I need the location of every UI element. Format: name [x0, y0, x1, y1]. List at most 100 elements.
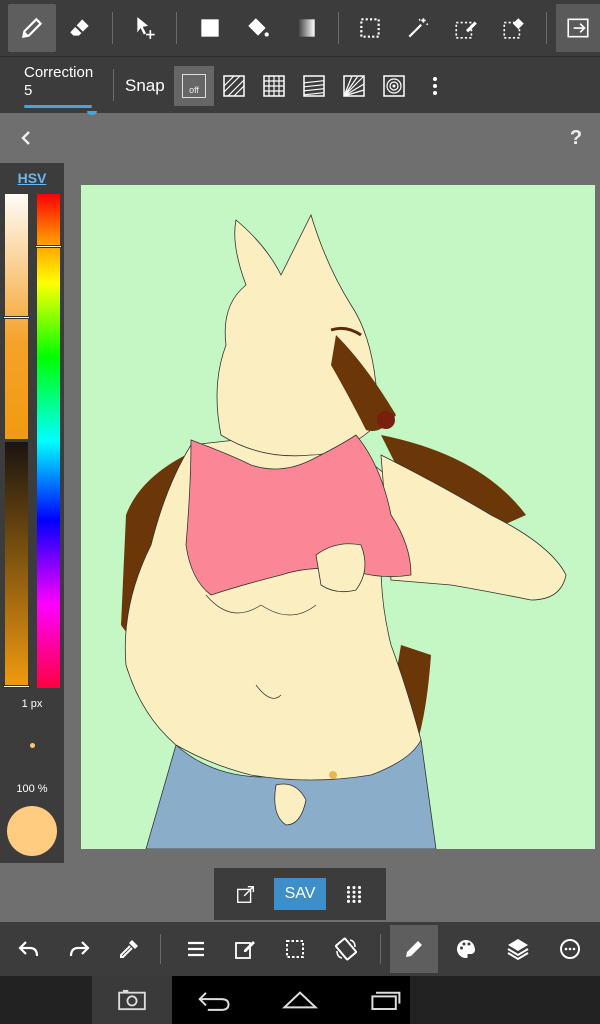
gradient-icon: [297, 19, 315, 37]
correction-control[interactable]: Correction 5: [24, 64, 93, 100]
pencil-tool-button[interactable]: [8, 4, 56, 52]
bottom-toolbar: [0, 922, 600, 976]
brush-size-preview: [30, 743, 35, 748]
snap-more-button[interactable]: [420, 66, 450, 106]
toolbar-divider: [176, 12, 177, 44]
top-toolbar: [0, 0, 600, 57]
recents-button[interactable]: [355, 982, 415, 1018]
collapse-panel-button[interactable]: [12, 124, 40, 152]
hue-slider-handle[interactable]: [35, 245, 62, 248]
correction-slider-track[interactable]: [24, 105, 92, 108]
save-button[interactable]: SAV: [274, 878, 326, 910]
back-icon: [198, 992, 230, 1011]
circle-snap-button[interactable]: [374, 66, 414, 106]
radial-snap-icon: [343, 75, 365, 97]
grid-snap-icon: [263, 75, 285, 97]
drawing-canvas[interactable]: [81, 185, 595, 849]
move-tool-button[interactable]: [122, 4, 170, 52]
select-eraser-tool-button[interactable]: [490, 4, 538, 52]
eyedropper-button[interactable]: [105, 925, 153, 973]
palette-button[interactable]: [442, 925, 490, 973]
undo-icon: [18, 941, 39, 957]
toolbar-divider: [160, 934, 161, 964]
screenshot-button[interactable]: [92, 976, 172, 1024]
select-rect-icon: [360, 18, 380, 38]
saturation-slider-handle[interactable]: [3, 316, 30, 319]
hue-slider[interactable]: [37, 194, 60, 688]
radial-snap-button[interactable]: [334, 66, 374, 106]
circle-snap-icon: [383, 75, 405, 97]
bucket-icon: [248, 18, 269, 37]
toolbar-divider: [546, 12, 547, 44]
home-button[interactable]: [270, 982, 330, 1018]
help-icon: ?: [569, 127, 583, 149]
expand-icon: [567, 18, 589, 38]
grid-menu-button[interactable]: [338, 878, 370, 910]
snap-off-icon: off: [182, 74, 206, 98]
select-pen-icon: [455, 21, 477, 39]
correction-label: Correction: [24, 64, 94, 81]
edit-button[interactable]: [221, 925, 269, 973]
select-pen-tool-button[interactable]: [442, 4, 490, 52]
eyedropper-icon: [120, 940, 138, 958]
redo-icon: [69, 941, 90, 957]
fill-rect-tool-button[interactable]: [186, 4, 234, 52]
select-eraser-icon: [503, 18, 524, 39]
hsv-tab[interactable]: HSV: [0, 170, 64, 186]
magic-wand-tool-button[interactable]: [394, 4, 442, 52]
more-options-button[interactable]: [546, 925, 594, 973]
toolbar-divider: [112, 12, 113, 44]
toolbar-divider: [380, 934, 381, 964]
nav-spacer: [0, 976, 92, 1024]
palette-icon: [456, 940, 475, 958]
pencil-icon: [406, 941, 422, 957]
expand-toolbar-button[interactable]: [556, 4, 600, 52]
opacity-label[interactable]: 100 %: [0, 783, 64, 795]
eraser-tool-button[interactable]: [56, 4, 104, 52]
perspective-snap-icon: [303, 75, 325, 97]
grid-snap-button[interactable]: [254, 66, 294, 106]
magic-wand-icon: [408, 18, 429, 38]
more-vertical-icon: [433, 77, 437, 95]
bucket-tool-button[interactable]: [234, 4, 282, 52]
selection-button[interactable]: [271, 925, 319, 973]
recents-icon: [371, 991, 401, 1010]
snap-off-button[interactable]: off: [174, 66, 214, 106]
eraser-icon: [70, 19, 89, 36]
brush-button[interactable]: [390, 925, 438, 973]
brush-options-bar: Correction 5 Snap off: [0, 57, 600, 115]
screenshot-icon: [118, 989, 146, 1011]
snap-label: Snap: [125, 76, 165, 95]
gradient-tool-button[interactable]: [282, 4, 330, 52]
edit-icon: [235, 941, 255, 959]
correction-slider-handle[interactable]: [87, 111, 97, 115]
redo-button[interactable]: [55, 925, 103, 973]
fill-rect-icon: [201, 19, 219, 37]
more-icon: [560, 939, 580, 959]
select-rect-tool-button[interactable]: [346, 4, 394, 52]
help-button[interactable]: ?: [562, 124, 590, 152]
value-slider-handle[interactable]: [3, 685, 30, 688]
undo-button[interactable]: [5, 925, 53, 973]
toolbar-divider: [338, 12, 339, 44]
value-slider[interactable]: [5, 442, 28, 687]
dots-grid-icon: [346, 886, 362, 903]
pencil-icon: [21, 17, 43, 39]
current-color-swatch[interactable]: [7, 806, 57, 856]
back-button[interactable]: [185, 982, 245, 1018]
perspective-snap-button[interactable]: [294, 66, 334, 106]
rotate-canvas-button[interactable]: [322, 925, 370, 973]
layers-button[interactable]: [494, 925, 542, 973]
chevron-left-icon: [21, 131, 30, 145]
artwork: [121, 213, 567, 849]
correction-value: 5: [24, 82, 33, 99]
toolbar-divider: [113, 69, 114, 101]
parallel-snap-button[interactable]: [214, 66, 254, 106]
export-icon: [237, 885, 255, 903]
brush-size-label[interactable]: 1 px: [0, 698, 64, 710]
menu-button[interactable]: [172, 925, 220, 973]
rotate-icon: [335, 937, 357, 961]
parallel-snap-icon: [223, 75, 245, 97]
export-button[interactable]: [230, 878, 262, 910]
home-icon: [281, 991, 319, 1009]
